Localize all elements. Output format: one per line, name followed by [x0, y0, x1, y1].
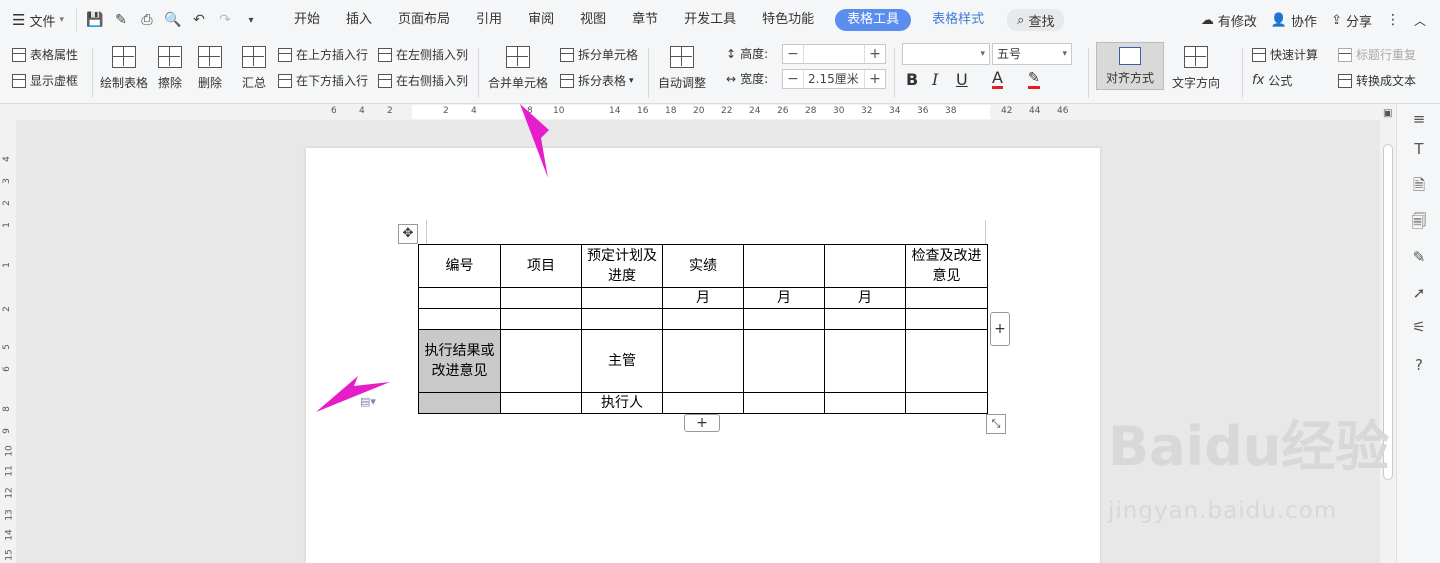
annotation-arrow-up — [520, 104, 549, 178]
annotation-arrow-right — [316, 376, 390, 412]
annotation-overlay — [316, 104, 549, 412]
